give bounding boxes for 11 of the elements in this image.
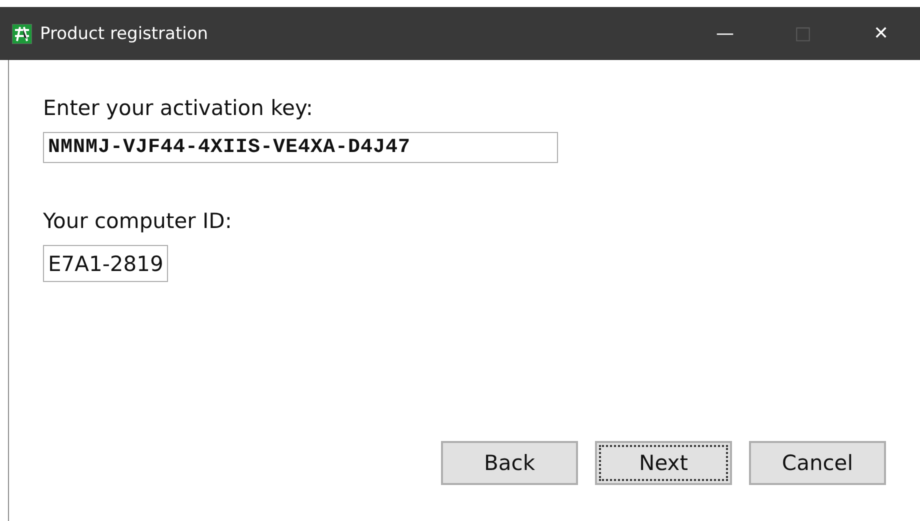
computer-id-field[interactable]: E7A1-2819 (43, 245, 168, 282)
window-title: Product registration (40, 24, 210, 44)
activation-key-field[interactable]: NMNMJ-VJF44-4XIIS-VE4XA-D4J47 (43, 132, 558, 163)
field-label: Enter your activation key: (43, 96, 314, 120)
dialog-button[interactable]: Cancel (749, 441, 886, 485)
dialog-button[interactable]: Back (441, 441, 578, 485)
close-button[interactable]: ✕ (842, 23, 920, 44)
dialog-button[interactable]: Next (595, 441, 732, 485)
app-icon (12, 24, 32, 44)
field-label: Your computer ID: (43, 209, 233, 233)
minimize-button[interactable]: — (686, 23, 764, 44)
